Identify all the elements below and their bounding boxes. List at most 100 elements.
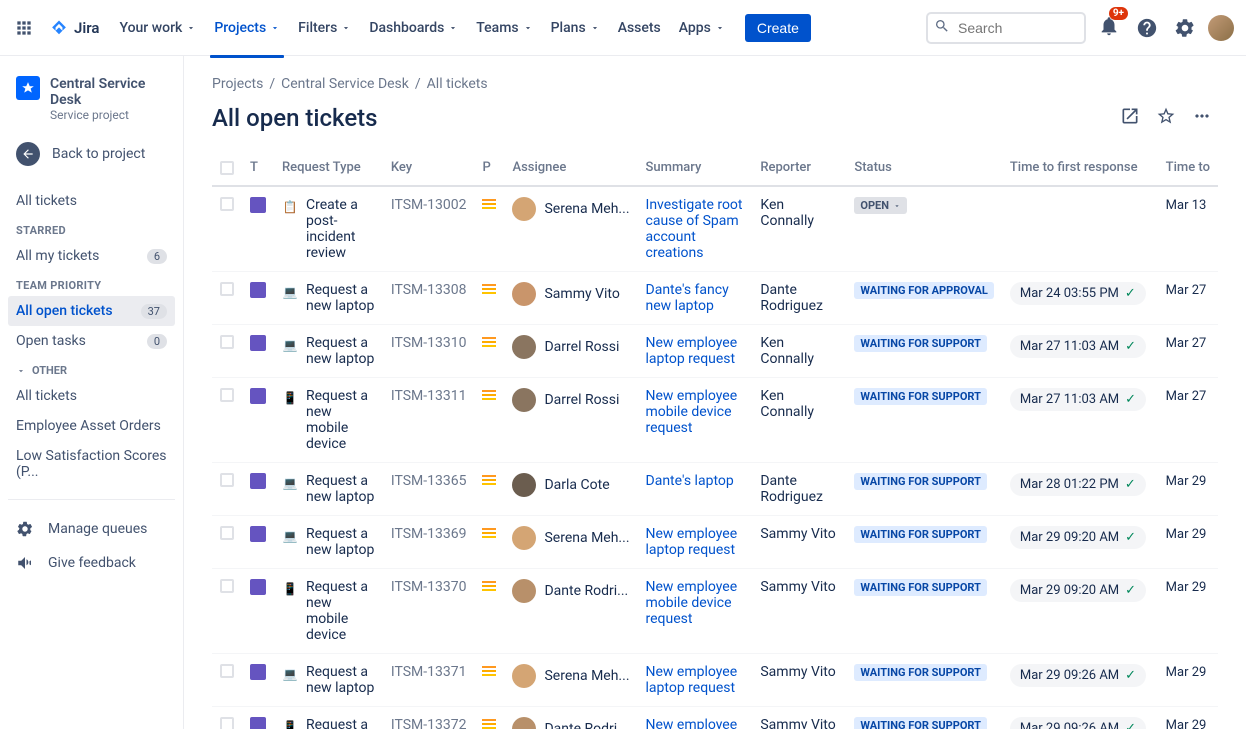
nav-assets[interactable]: Assets	[610, 14, 669, 42]
issue-key[interactable]: ITSM-13002	[391, 197, 467, 213]
sidebar-item-open-tasks[interactable]: Open tasks0	[8, 326, 175, 356]
check-icon: ✓	[1125, 583, 1136, 598]
star-icon[interactable]	[1150, 100, 1182, 136]
table-row[interactable]: 📱Request a new mobile device ITSM-13370 …	[212, 569, 1218, 654]
back-to-project[interactable]: Back to project	[8, 134, 175, 174]
row-checkbox[interactable]	[220, 473, 234, 487]
manage-queues[interactable]: Manage queues	[8, 512, 175, 546]
external-link-icon[interactable]	[1114, 100, 1146, 136]
row-checkbox[interactable]	[220, 197, 234, 211]
sidebar-item-low-satisfaction-scores-p-[interactable]: Low Satisfaction Scores (P...	[8, 441, 175, 487]
summary-link[interactable]: New employee mobile device request	[646, 717, 738, 729]
row-checkbox[interactable]	[220, 335, 234, 349]
issue-key[interactable]: ITSM-13369	[391, 526, 467, 542]
chevron-down-icon	[270, 23, 280, 33]
table-row[interactable]: 💻Request a new laptop ITSM-13365 Darla C…	[212, 463, 1218, 516]
table-row[interactable]: 💻Request a new laptop ITSM-13310 Darrel …	[212, 325, 1218, 378]
nav-projects[interactable]: Projects	[206, 14, 288, 42]
user-avatar[interactable]	[1208, 15, 1234, 41]
nav-dashboards[interactable]: Dashboards	[361, 14, 466, 42]
summary-link[interactable]: New employee laptop request	[646, 335, 738, 367]
notifications-icon[interactable]: 9+	[1094, 11, 1124, 45]
count-badge: 0	[147, 334, 167, 349]
section-other-toggle[interactable]: OTHER	[8, 356, 175, 381]
priority-icon	[482, 526, 496, 540]
column-header[interactable]: Time to	[1158, 152, 1218, 186]
column-header[interactable]: Time to first response	[1002, 152, 1158, 186]
summary-link[interactable]: New employee mobile device request	[646, 579, 738, 627]
checkbox-all[interactable]	[220, 161, 234, 175]
nav-filters[interactable]: Filters	[290, 14, 359, 42]
table-row[interactable]: 📱Request a new mobile device ITSM-13372 …	[212, 707, 1218, 729]
row-checkbox[interactable]	[220, 282, 234, 296]
sidebar-item-all-my-tickets[interactable]: All my tickets6	[8, 241, 175, 271]
table-row[interactable]: 💻Request a new laptop ITSM-13369 Serena …	[212, 516, 1218, 569]
breadcrumb-item[interactable]: Central Service Desk	[281, 76, 409, 92]
app-switcher-icon[interactable]	[12, 16, 36, 40]
status-badge[interactable]: WAITING FOR SUPPORT	[854, 388, 987, 405]
status-badge[interactable]: OPEN	[854, 197, 907, 214]
breadcrumb-item[interactable]: Projects	[212, 76, 263, 92]
give-feedback[interactable]: Give feedback	[8, 546, 175, 580]
row-checkbox[interactable]	[220, 388, 234, 402]
more-icon[interactable]	[1186, 100, 1218, 136]
table-row[interactable]: 📱Request a new mobile device ITSM-13311 …	[212, 378, 1218, 463]
status-badge[interactable]: WAITING FOR SUPPORT	[854, 526, 987, 543]
issue-key[interactable]: ITSM-13311	[391, 388, 467, 404]
column-header[interactable]	[212, 152, 242, 186]
column-header[interactable]: P	[474, 152, 504, 186]
nav-your-work[interactable]: Your work	[111, 14, 204, 42]
request-type: 📋Create a post-incident review	[282, 197, 375, 261]
jira-logo[interactable]: Jira	[48, 17, 99, 39]
issue-key[interactable]: ITSM-13372	[391, 717, 467, 729]
project-subtitle: Service project	[50, 108, 167, 122]
summary-link[interactable]: Dante's laptop	[646, 473, 734, 489]
table-row[interactable]: 💻Request a new laptop ITSM-13371 Serena …	[212, 654, 1218, 707]
status-badge[interactable]: WAITING FOR SUPPORT	[854, 717, 987, 729]
sidebar-item-employee-asset-orders[interactable]: Employee Asset Orders	[8, 411, 175, 441]
create-button[interactable]: Create	[745, 14, 811, 42]
column-header[interactable]: Request Type	[274, 152, 383, 186]
nav-teams[interactable]: Teams	[468, 14, 540, 42]
status-badge[interactable]: WAITING FOR SUPPORT	[854, 473, 987, 490]
summary-link[interactable]: New employee mobile device request	[646, 388, 738, 436]
project-name: Central Service Desk	[50, 76, 167, 108]
column-header[interactable]: Status	[846, 152, 1001, 186]
priority-icon	[482, 664, 496, 678]
status-badge[interactable]: WAITING FOR SUPPORT	[854, 579, 987, 596]
sidebar-item-all-tickets[interactable]: All tickets	[8, 381, 175, 411]
sidebar-all-tickets[interactable]: All tickets	[8, 186, 175, 216]
settings-icon[interactable]	[1170, 13, 1200, 43]
row-checkbox[interactable]	[220, 526, 234, 540]
status-badge[interactable]: WAITING FOR SUPPORT	[854, 664, 987, 681]
column-header[interactable]: Assignee	[504, 152, 637, 186]
column-header[interactable]: Reporter	[752, 152, 846, 186]
nav-plans[interactable]: Plans	[543, 14, 608, 42]
issue-key[interactable]: ITSM-13370	[391, 579, 467, 595]
issue-key[interactable]: ITSM-13308	[391, 282, 467, 298]
table-row[interactable]: 📋Create a post-incident review ITSM-1300…	[212, 186, 1218, 272]
issue-key[interactable]: ITSM-13371	[391, 664, 467, 680]
row-checkbox[interactable]	[220, 717, 234, 729]
column-header[interactable]: Key	[383, 152, 475, 186]
summary-link[interactable]: New employee laptop request	[646, 526, 738, 558]
priority-icon	[482, 579, 496, 593]
column-header[interactable]: Summary	[638, 152, 753, 186]
status-badge[interactable]: WAITING FOR APPROVAL	[854, 282, 993, 299]
summary-link[interactable]: New employee laptop request	[646, 664, 738, 696]
summary-link[interactable]: Investigate root cause of Spam account c…	[646, 197, 743, 261]
row-checkbox[interactable]	[220, 579, 234, 593]
row-checkbox[interactable]	[220, 664, 234, 678]
issue-key[interactable]: ITSM-13365	[391, 473, 467, 489]
nav-apps[interactable]: Apps	[671, 14, 733, 42]
sidebar-item-all-open-tickets[interactable]: All open tickets37	[8, 296, 175, 326]
topnav-right: 9+	[926, 11, 1234, 45]
summary-link[interactable]: Dante's fancy new laptop	[646, 282, 729, 314]
breadcrumb-item[interactable]: All tickets	[427, 76, 488, 92]
help-icon[interactable]	[1132, 13, 1162, 43]
status-badge[interactable]: WAITING FOR SUPPORT	[854, 335, 987, 352]
column-header[interactable]: T	[242, 152, 274, 186]
search-input[interactable]	[926, 12, 1086, 44]
issue-key[interactable]: ITSM-13310	[391, 335, 467, 351]
table-row[interactable]: 💻Request a new laptop ITSM-13308 Sammy V…	[212, 272, 1218, 325]
